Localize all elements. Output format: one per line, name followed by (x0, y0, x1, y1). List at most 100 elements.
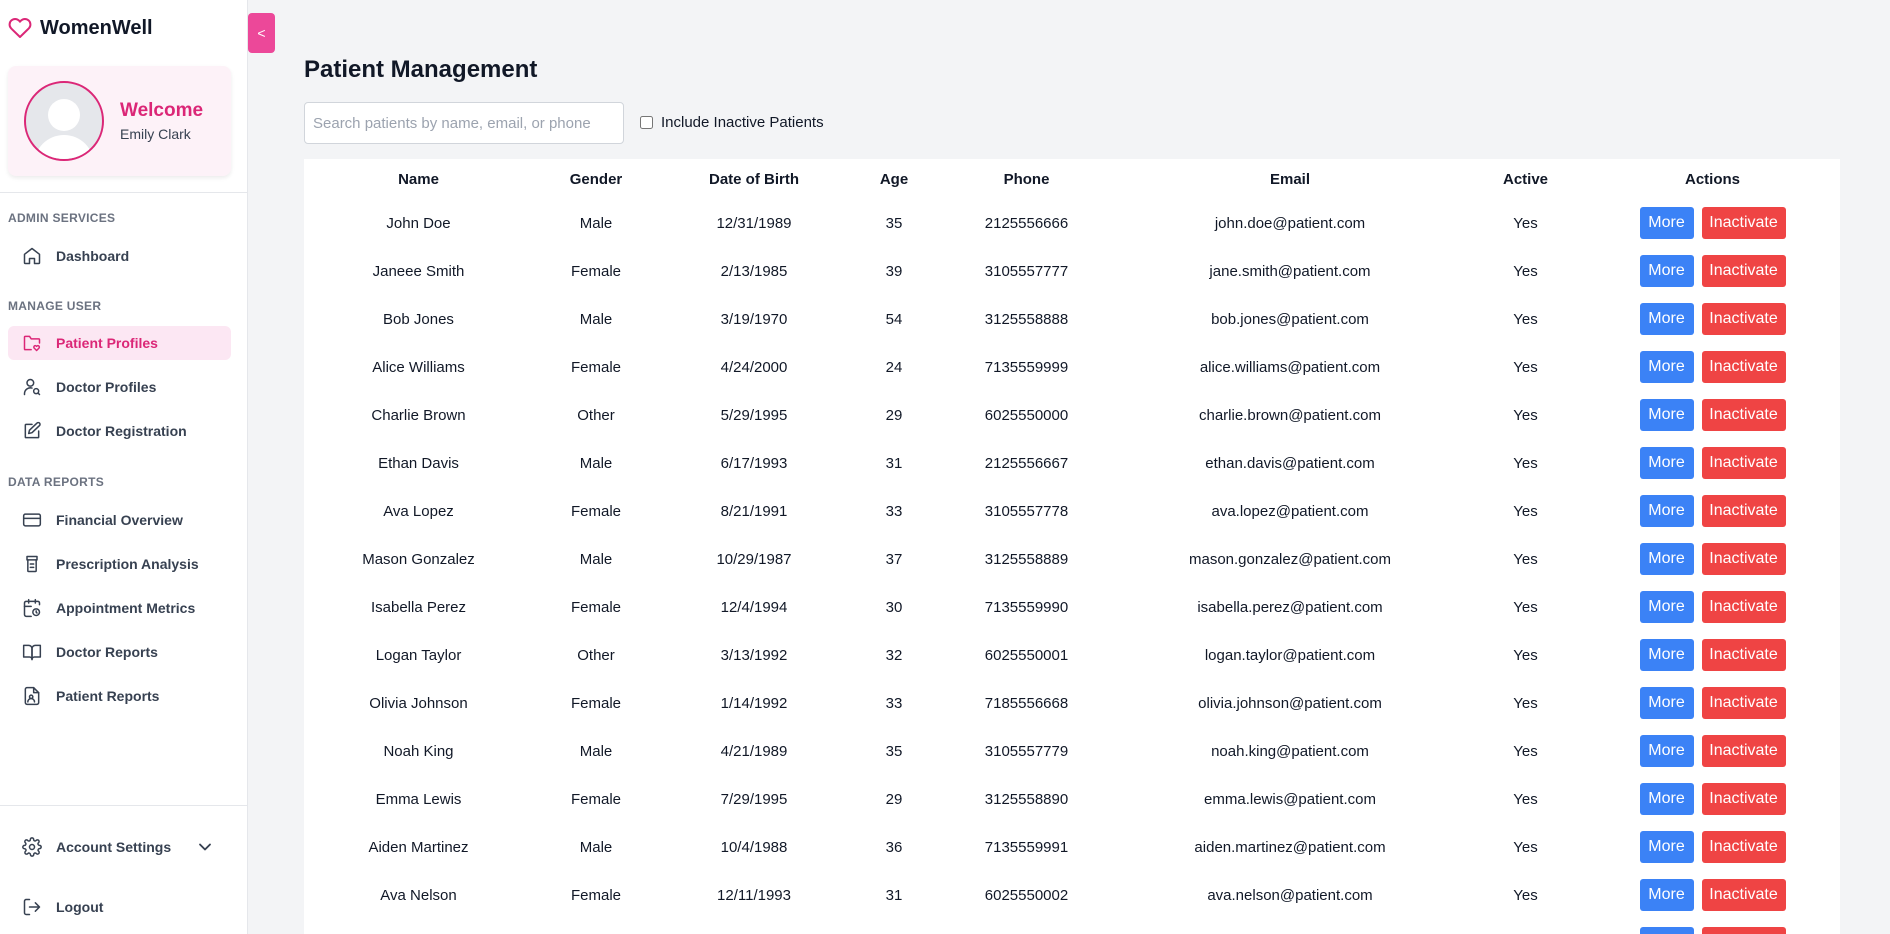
inactivate-button[interactable]: Inactivate (1701, 447, 1786, 479)
more-button[interactable]: More (1639, 255, 1694, 287)
sidebar-item-doctor-profiles[interactable]: Doctor Profiles (8, 370, 231, 404)
sidebar-item-patient-reports[interactable]: Patient Reports (8, 679, 231, 713)
more-button[interactable]: More (1639, 735, 1694, 767)
cell-dob: 12/11/1993 (717, 886, 791, 904)
more-button[interactable]: More (1639, 399, 1694, 431)
cell-active: Yes (1513, 598, 1538, 616)
sidebar-item-prescription-analysis[interactable]: Prescription Analysis (8, 547, 231, 581)
cell-name: Isabella Perez (370, 598, 467, 616)
edit-icon (24, 421, 41, 439)
column-header: Gender (569, 170, 623, 188)
cell-age: 37 (885, 550, 903, 568)
account-settings-label: Account Settings (56, 839, 172, 855)
more-button[interactable]: More (1639, 783, 1694, 815)
cell-actions: MoreInactivate (1585, 247, 1840, 295)
inactivate-button[interactable]: Inactivate (1701, 783, 1786, 815)
cell-actions: MoreInactivate (1585, 343, 1840, 391)
more-button[interactable]: More (1639, 543, 1694, 575)
brand-name: WomenWell (40, 16, 153, 39)
cell-name: Ava Nelson (380, 886, 457, 904)
inactivate-button[interactable]: Inactivate (1701, 303, 1786, 335)
more-button[interactable]: More (1639, 495, 1694, 527)
cell-name: John Doe (386, 214, 451, 232)
inactivate-button[interactable]: Inactivate (1701, 831, 1786, 863)
sidebar-item-label: Doctor Registration (56, 423, 187, 439)
logout-label: Logout (56, 899, 104, 915)
sidebar-item-patient-profiles[interactable]: Patient Profiles (8, 326, 231, 360)
inactivate-button[interactable]: Inactivate (1701, 879, 1786, 911)
cell-email: ava.nelson@patient.com (1207, 886, 1373, 904)
more-button[interactable]: More (1639, 447, 1694, 479)
cell-actions: MoreInactivate (1585, 727, 1840, 775)
inactivate-button[interactable]: Inactivate (1701, 591, 1786, 623)
divider (0, 192, 247, 193)
cell-email: isabella.perez@patient.com (1197, 598, 1383, 616)
table-row: Ava Nelson Female 12/11/1993 31 6025550002 av… (304, 871, 1840, 919)
inactivate-button[interactable]: Inactivate (1701, 399, 1786, 431)
cell-email: jane.smith@patient.com (1209, 262, 1371, 280)
more-button[interactable]: More (1639, 591, 1694, 623)
inactivate-button[interactable]: Inactivate (1701, 351, 1786, 383)
cell-dob: 10/4/1988 (720, 838, 788, 856)
column-header: Active (1502, 170, 1549, 188)
sidebar-item-doctor-registration[interactable]: Doctor Registration (8, 414, 231, 448)
cell-name: Olivia Johnson (369, 694, 468, 712)
cell-email: logan.taylor@patient.com (1204, 646, 1376, 664)
sidebar-item-dashboard[interactable]: Dashboard (8, 239, 231, 273)
cell-name: Janeee Smith (372, 262, 465, 280)
sidebar-item-doctor-reports[interactable]: Doctor Reports (8, 635, 231, 669)
more-button[interactable]: More (1639, 351, 1694, 383)
cell-name: Aiden Martinez (368, 838, 469, 856)
table-row: Logan Taylor Other 3/13/1992 32 6025550001 lo… (304, 631, 1840, 679)
inactivate-button[interactable]: Inactivate (1701, 207, 1786, 239)
column-header: Phone (1003, 170, 1050, 188)
cell-actions: MoreInactivate (1585, 535, 1840, 583)
cell-age: 30 (885, 598, 903, 616)
include-inactive-toggle[interactable]: Include Inactive Patients (640, 114, 824, 131)
credit-card-icon (22, 513, 42, 527)
more-button[interactable]: More (1639, 303, 1694, 335)
cell-dob: 12/31/1989 (716, 214, 792, 232)
logout-button[interactable]: Logout (8, 890, 231, 924)
more-button[interactable]: More (1639, 831, 1694, 863)
inactivate-button[interactable]: Inactivate (1701, 927, 1786, 934)
cell-email: alice.williams@patient.com (1199, 358, 1381, 376)
patient-table: Name Gender Date of Birth Age Phone Emai… (304, 159, 1840, 934)
cell-name: Charlie Brown (371, 406, 466, 424)
cell-active: Yes (1513, 886, 1538, 904)
inactivate-button[interactable]: Inactivate (1701, 495, 1786, 527)
sidebar-collapse-button[interactable]: < (248, 13, 275, 53)
cell-actions: MoreInactivate (1585, 391, 1840, 439)
inactivate-button[interactable]: Inactivate (1701, 543, 1786, 575)
more-button[interactable]: More (1639, 879, 1694, 911)
table-row: Ethan Davis Male 6/17/1993 31 2125556667 etha… (304, 439, 1840, 487)
cell-phone: 3105557777 (984, 262, 1069, 280)
inactivate-button[interactable]: Inactivate (1701, 687, 1786, 719)
column-header: Email (1269, 170, 1311, 188)
sidebar-item-financial-overview[interactable]: Financial Overview (8, 503, 231, 537)
cell-age: 33 (885, 502, 903, 520)
more-button[interactable]: More (1639, 927, 1694, 934)
sidebar-item-appointment-metrics[interactable]: Appointment Metrics (8, 591, 231, 625)
cell-name (304, 919, 533, 934)
table-row: John Doe Male 12/31/1989 35 2125556666 john.d… (304, 199, 1840, 247)
account-settings[interactable]: Account Settings (8, 830, 231, 864)
cell-age: 35 (885, 214, 903, 232)
search-input[interactable] (304, 102, 624, 144)
table-row: More Inactivate (304, 919, 1840, 934)
brand[interactable]: WomenWell (0, 0, 247, 56)
cell-dob (659, 919, 849, 934)
more-button[interactable]: More (1639, 207, 1694, 239)
cell-email: john.doe@patient.com (1214, 214, 1366, 232)
cell-gender: Male (579, 742, 613, 760)
more-button[interactable]: More (1639, 687, 1694, 719)
inactivate-button[interactable]: Inactivate (1701, 639, 1786, 671)
inactivate-button[interactable]: Inactivate (1701, 255, 1786, 287)
more-button[interactable]: More (1639, 639, 1694, 671)
patient-table-container: Name Gender Date of Birth Age Phone Emai… (304, 159, 1840, 934)
cell-email: ethan.davis@patient.com (1205, 454, 1375, 472)
inactivate-button[interactable]: Inactivate (1701, 735, 1786, 767)
include-inactive-checkbox[interactable] (640, 116, 653, 129)
table-row: Isabella Perez Female 12/4/1994 30 713555999… (304, 583, 1840, 631)
page-title: Patient Management (304, 56, 538, 83)
